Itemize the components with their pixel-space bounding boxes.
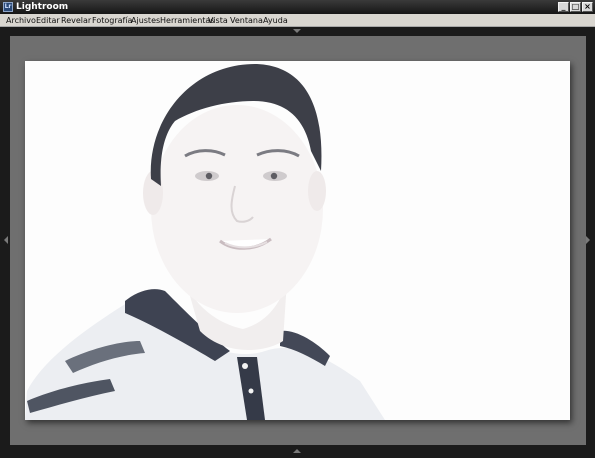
menu-ajustes[interactable]: Ajustes — [131, 14, 160, 27]
close-button[interactable]: × — [582, 2, 593, 12]
top-panel-toggle-icon[interactable] — [293, 29, 301, 33]
menu-revelar[interactable]: Revelar — [61, 14, 91, 27]
title-bar: Lr Lightroom _ □ × — [0, 0, 595, 14]
maximize-button[interactable]: □ — [570, 2, 581, 12]
menu-vista[interactable]: Vista — [208, 14, 228, 27]
window-title: Lightroom — [16, 2, 69, 12]
left-panel-toggle-icon[interactable] — [4, 236, 8, 244]
menu-editar[interactable]: Editar — [36, 14, 60, 27]
bottom-panel-toggle-icon[interactable] — [293, 449, 301, 453]
lightroom-app-icon: Lr — [3, 2, 13, 12]
menu-herramientas[interactable]: Herramientas — [160, 14, 215, 27]
menu-fotografia[interactable]: Fotografía — [92, 14, 132, 27]
menu-bar: Archivo Editar Revelar Fotografía Ajuste… — [0, 14, 595, 27]
minimize-button[interactable]: _ — [558, 2, 569, 12]
menu-ventana[interactable]: Ventana — [230, 14, 263, 27]
portrait-photo — [25, 61, 570, 420]
right-panel-toggle-icon[interactable] — [586, 236, 590, 244]
menu-ayuda[interactable]: Ayuda — [263, 14, 288, 27]
photo-preview[interactable] — [25, 61, 570, 420]
menu-archivo[interactable]: Archivo — [6, 14, 36, 27]
